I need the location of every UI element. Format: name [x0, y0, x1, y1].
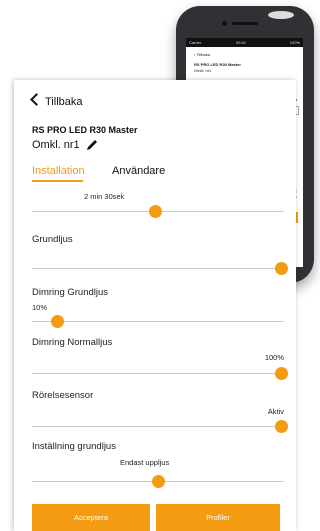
phone-back-link[interactable]: ‹ Tillbaka [194, 52, 210, 57]
motion-sensor-value: Aktiv [267, 407, 284, 416]
phone-battery: 100% [289, 40, 300, 45]
base-light-setting-label: Inställning grundljus [32, 441, 116, 452]
base-light-slider-track[interactable] [32, 268, 284, 269]
motion-sensor-label: Rörelsesensor [32, 390, 94, 401]
tab-installation[interactable]: Installation [32, 165, 85, 177]
dim-normal-light-slider-track[interactable] [32, 373, 284, 374]
phone-subtitle: Omkl. nr1 [194, 68, 212, 73]
profiles-button[interactable]: Profiler [156, 504, 280, 531]
dim-base-light-value: 10% [32, 303, 48, 312]
dim-base-light-slider-thumb[interactable] [50, 315, 64, 328]
device-title: RS PRO LED R30 Master [32, 125, 138, 135]
pencil-icon[interactable] [85, 138, 99, 152]
phone-camera-icon [222, 21, 227, 26]
dim-base-light-slider-track[interactable] [32, 321, 284, 322]
tab-users[interactable]: Användare [112, 165, 165, 177]
back-label: Tillbaka [45, 96, 83, 108]
dim-base-light-label: Dimring Grundljus [32, 287, 109, 298]
dim-normal-light-label: Dimring Normalljus [32, 337, 113, 348]
base-light-label: Grundljus [32, 234, 73, 245]
chevron-left-icon [30, 93, 43, 106]
phone-status-bar: Carrier 09:41 100% [186, 38, 303, 47]
ceiling-light-icon [268, 11, 294, 19]
settings-card: Tillbaka RS PRO LED R30 Master Omkl. nr1… [14, 80, 296, 531]
phone-back-label: Tillbaka [196, 52, 211, 57]
accept-button[interactable]: Acceptera [32, 504, 150, 531]
motion-sensor-slider-track[interactable] [32, 426, 284, 427]
base-light-setting-value: Endast uppljus [120, 458, 170, 467]
tab-active-underline [32, 180, 83, 182]
phone-title: RS PRO LED R30 Master [194, 62, 241, 67]
delay-value: 2 min 30sek [84, 192, 125, 201]
dim-normal-light-slider-thumb[interactable] [275, 367, 288, 380]
device-subtitle: Omkl. nr1 [32, 139, 80, 151]
base-light-slider-thumb[interactable] [275, 262, 288, 275]
dim-normal-light-value: 100% [264, 353, 284, 362]
delay-slider-thumb[interactable] [148, 205, 162, 218]
motion-sensor-slider-thumb[interactable] [275, 420, 288, 433]
back-link[interactable]: Tillbaka [30, 93, 83, 108]
base-light-setting-slider-thumb[interactable] [151, 475, 165, 488]
phone-carrier: Carrier [189, 40, 202, 45]
phone-clock: 09:41 [236, 40, 247, 45]
phone-speaker [232, 22, 258, 25]
